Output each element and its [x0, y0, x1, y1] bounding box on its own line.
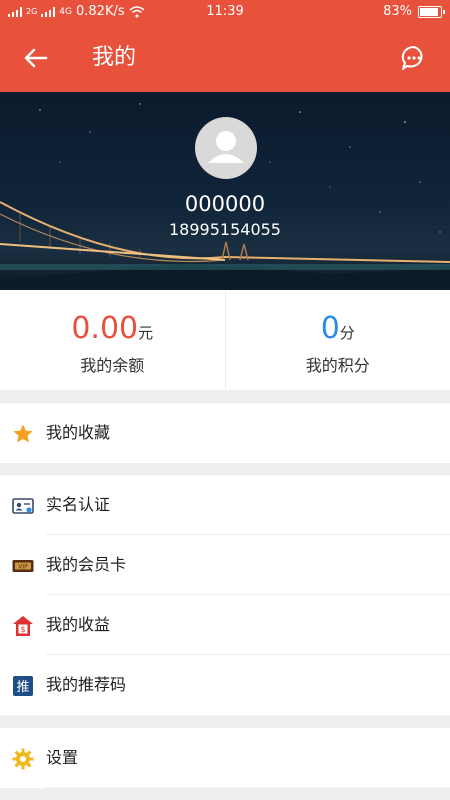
id-card-icon [12, 498, 34, 514]
gear-icon [12, 748, 34, 770]
earnings-house-icon: $ [13, 616, 33, 636]
menu-item-label: 实名认证 [46, 495, 111, 514]
menu-item-settings[interactable]: 设置 [0, 728, 450, 788]
balance-value: 0.00 [71, 311, 139, 346]
star-icon [13, 424, 33, 443]
avatar[interactable] [195, 117, 257, 179]
menu-item-label: 我的会员卡 [46, 555, 127, 574]
points-label: 我的积分 [305, 356, 370, 375]
svg-text:推: 推 [16, 680, 29, 695]
balance-unit: 元 [138, 324, 154, 342]
battery-icon [418, 5, 445, 18]
divider [46, 787, 450, 788]
menu-item-verification[interactable]: 实名认证 [0, 475, 450, 535]
points-value: 0 [320, 311, 340, 346]
page-title: 我的 [92, 45, 137, 70]
menu-item-label: 我的收藏 [46, 423, 111, 442]
menu-item-earnings[interactable]: $ 我的收益 [0, 595, 450, 655]
svg-text:$: $ [20, 625, 25, 634]
menu-item-favorites[interactable]: 我的收藏 [0, 403, 450, 463]
menu-item-label: 我的收益 [46, 615, 111, 634]
svg-text:VIP: VIP [18, 563, 28, 570]
menu-item-referral[interactable]: 推 我的推荐码 [0, 655, 450, 715]
app-bar: 我的 [0, 24, 450, 92]
balance-stat[interactable]: 0.00元 我的余额 [0, 290, 225, 390]
referral-code-icon: 推 [13, 676, 33, 696]
profile-header: 000000 18995154055 [0, 92, 450, 290]
points-unit: 分 [339, 324, 355, 342]
battery-percent: 83% [383, 4, 412, 19]
menu-item-label: 我的推荐码 [46, 675, 127, 694]
username: 000000 [184, 192, 266, 216]
status-bar: 2G 4G 0.82K/s 11:39 83% [0, 0, 450, 24]
stats-panel: 0.00元 我的余额 0分 我的积分 [0, 290, 450, 390]
points-stat[interactable]: 0分 我的积分 [224, 290, 450, 390]
user-silhouette-icon [208, 131, 244, 163]
vip-card-icon: VIP [12, 560, 34, 572]
arrow-left-icon[interactable] [20, 42, 52, 74]
menu-item-label: 设置 [46, 748, 79, 767]
chat-bubble-icon[interactable] [400, 44, 428, 72]
menu-item-membership[interactable]: VIP 我的会员卡 [0, 535, 450, 595]
balance-label: 我的余额 [80, 356, 145, 375]
phone-number: 18995154055 [169, 220, 281, 239]
